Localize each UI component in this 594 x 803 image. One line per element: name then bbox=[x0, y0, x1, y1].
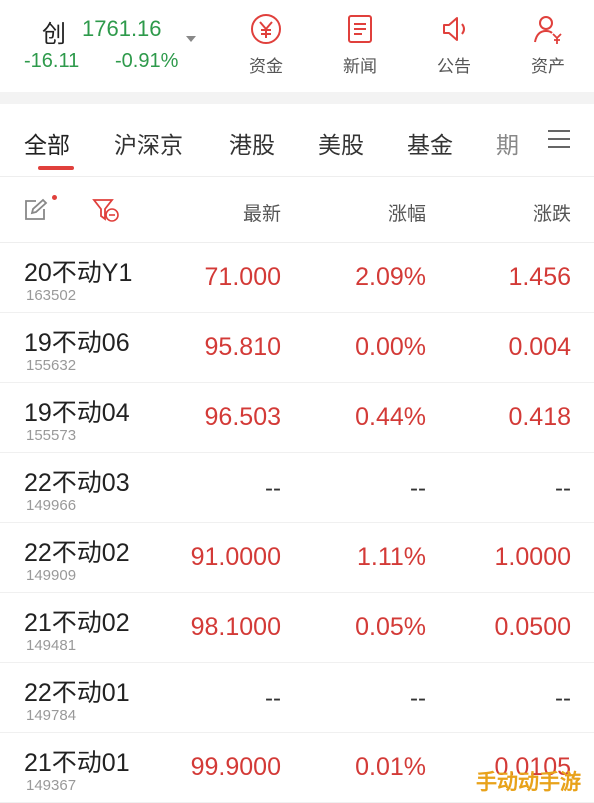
change-value: 1.456 bbox=[508, 263, 571, 291]
security-name: 19不动06 bbox=[24, 329, 130, 357]
change-value: -- bbox=[555, 685, 571, 712]
index-change: -16.11 bbox=[24, 50, 80, 72]
change-pct: 0.44% bbox=[355, 403, 426, 431]
last-price: 99.9000 bbox=[190, 753, 281, 781]
security-code: 155632 bbox=[26, 357, 77, 374]
last-price: 95.810 bbox=[204, 333, 281, 361]
table-row[interactable]: 19不动04 155573 96.503 0.44% 0.418 bbox=[0, 383, 594, 453]
nav-funds-button[interactable]: 资金 bbox=[231, 12, 301, 82]
security-code: 163502 bbox=[26, 287, 77, 304]
index-value[interactable]: 1761.16 bbox=[82, 16, 162, 42]
security-name: 19不动04 bbox=[24, 399, 130, 427]
speaker-icon bbox=[443, 17, 465, 41]
market-tabs: 全部 沪深京 港股 美股 基金 期 bbox=[0, 104, 594, 174]
table-row[interactable]: 22不动02 149909 91.0000 1.11% 1.0000 bbox=[0, 523, 594, 593]
index-header: 创 1761.16 -16.11 -0.91% 资金 新闻 公告 资产 bbox=[0, 0, 594, 92]
security-code: 149481 bbox=[26, 637, 77, 654]
user-yen-icon bbox=[534, 16, 562, 44]
change-pct: 0.01% bbox=[355, 753, 426, 781]
section-divider bbox=[0, 92, 594, 104]
column-header: 最新 涨幅 涨跌 bbox=[0, 177, 594, 241]
menu-icon[interactable] bbox=[546, 128, 572, 150]
table-row[interactable]: 20不动Y1 163502 71.000 2.09% 1.456 bbox=[0, 243, 594, 313]
last-price: 96.503 bbox=[204, 403, 281, 431]
last-price: 71.000 bbox=[204, 263, 281, 291]
table-row[interactable]: 21不动02 149481 98.1000 0.05% 0.0500 bbox=[0, 593, 594, 663]
tab-futures[interactable]: 期 bbox=[496, 126, 519, 160]
last-price: -- bbox=[265, 475, 281, 502]
change-value: 0.0500 bbox=[494, 613, 571, 641]
column-pct[interactable]: 涨幅 bbox=[388, 199, 426, 226]
last-price: 98.1000 bbox=[190, 613, 281, 641]
nav-announcement-button[interactable]: 公告 bbox=[419, 12, 489, 82]
change-pct: -- bbox=[410, 685, 426, 712]
security-name: 22不动01 bbox=[24, 679, 130, 707]
change-pct: 0.00% bbox=[355, 333, 426, 361]
index-change-pct: -0.91% bbox=[115, 50, 179, 72]
security-code: 149966 bbox=[26, 497, 77, 514]
change-pct: 2.09% bbox=[355, 263, 426, 291]
nav-label: 新闻 bbox=[343, 57, 377, 77]
yen-circle-icon bbox=[251, 14, 281, 44]
last-price: 91.0000 bbox=[190, 543, 281, 571]
notification-dot bbox=[52, 195, 57, 200]
tab-us[interactable]: 美股 bbox=[318, 126, 364, 160]
change-value: -- bbox=[555, 475, 571, 502]
change-value: 0.418 bbox=[508, 403, 571, 431]
security-name: 20不动Y1 bbox=[24, 259, 133, 287]
security-code: 149367 bbox=[26, 777, 77, 794]
nav-assets-button[interactable]: 资产 bbox=[513, 12, 583, 82]
change-pct: 0.05% bbox=[355, 613, 426, 641]
change-value: 0.004 bbox=[508, 333, 571, 361]
column-last[interactable]: 最新 bbox=[243, 199, 281, 226]
news-doc-icon bbox=[348, 15, 372, 43]
security-code: 155573 bbox=[26, 427, 77, 444]
security-name: 21不动02 bbox=[24, 609, 130, 637]
change-pct: -- bbox=[410, 475, 426, 502]
tab-fund[interactable]: 基金 bbox=[407, 126, 453, 160]
nav-label: 资产 bbox=[531, 57, 565, 77]
table-row[interactable]: 22不动01 149784 -- -- -- bbox=[0, 663, 594, 733]
active-tab-indicator bbox=[38, 166, 74, 170]
nav-label: 资金 bbox=[249, 57, 283, 77]
tab-hk[interactable]: 港股 bbox=[229, 126, 275, 160]
edit-icon[interactable] bbox=[22, 197, 48, 223]
security-name: 22不动03 bbox=[24, 469, 130, 497]
column-change[interactable]: 涨跌 bbox=[533, 199, 571, 226]
security-name: 21不动01 bbox=[24, 749, 130, 777]
tab-sh-sz-bj[interactable]: 沪深京 bbox=[114, 126, 183, 160]
security-code: 149784 bbox=[26, 707, 77, 724]
change-pct: 1.11% bbox=[356, 543, 426, 571]
last-price: -- bbox=[265, 685, 281, 712]
security-name: 22不动02 bbox=[24, 539, 130, 567]
watermark: 手动动手游 bbox=[476, 770, 581, 794]
nav-label: 公告 bbox=[437, 57, 471, 77]
filter-icon[interactable] bbox=[92, 197, 120, 223]
table-row[interactable]: 19不动06 155632 95.810 0.00% 0.004 bbox=[0, 313, 594, 383]
chevron-down-icon[interactable] bbox=[186, 36, 196, 42]
table-row[interactable]: 22不动03 149966 -- -- -- bbox=[0, 453, 594, 523]
change-value: 1.0000 bbox=[494, 543, 571, 571]
tab-all[interactable]: 全部 bbox=[24, 126, 70, 160]
security-code: 149909 bbox=[26, 567, 77, 584]
index-name[interactable]: 创 bbox=[42, 14, 66, 49]
nav-news-button[interactable]: 新闻 bbox=[325, 12, 395, 82]
